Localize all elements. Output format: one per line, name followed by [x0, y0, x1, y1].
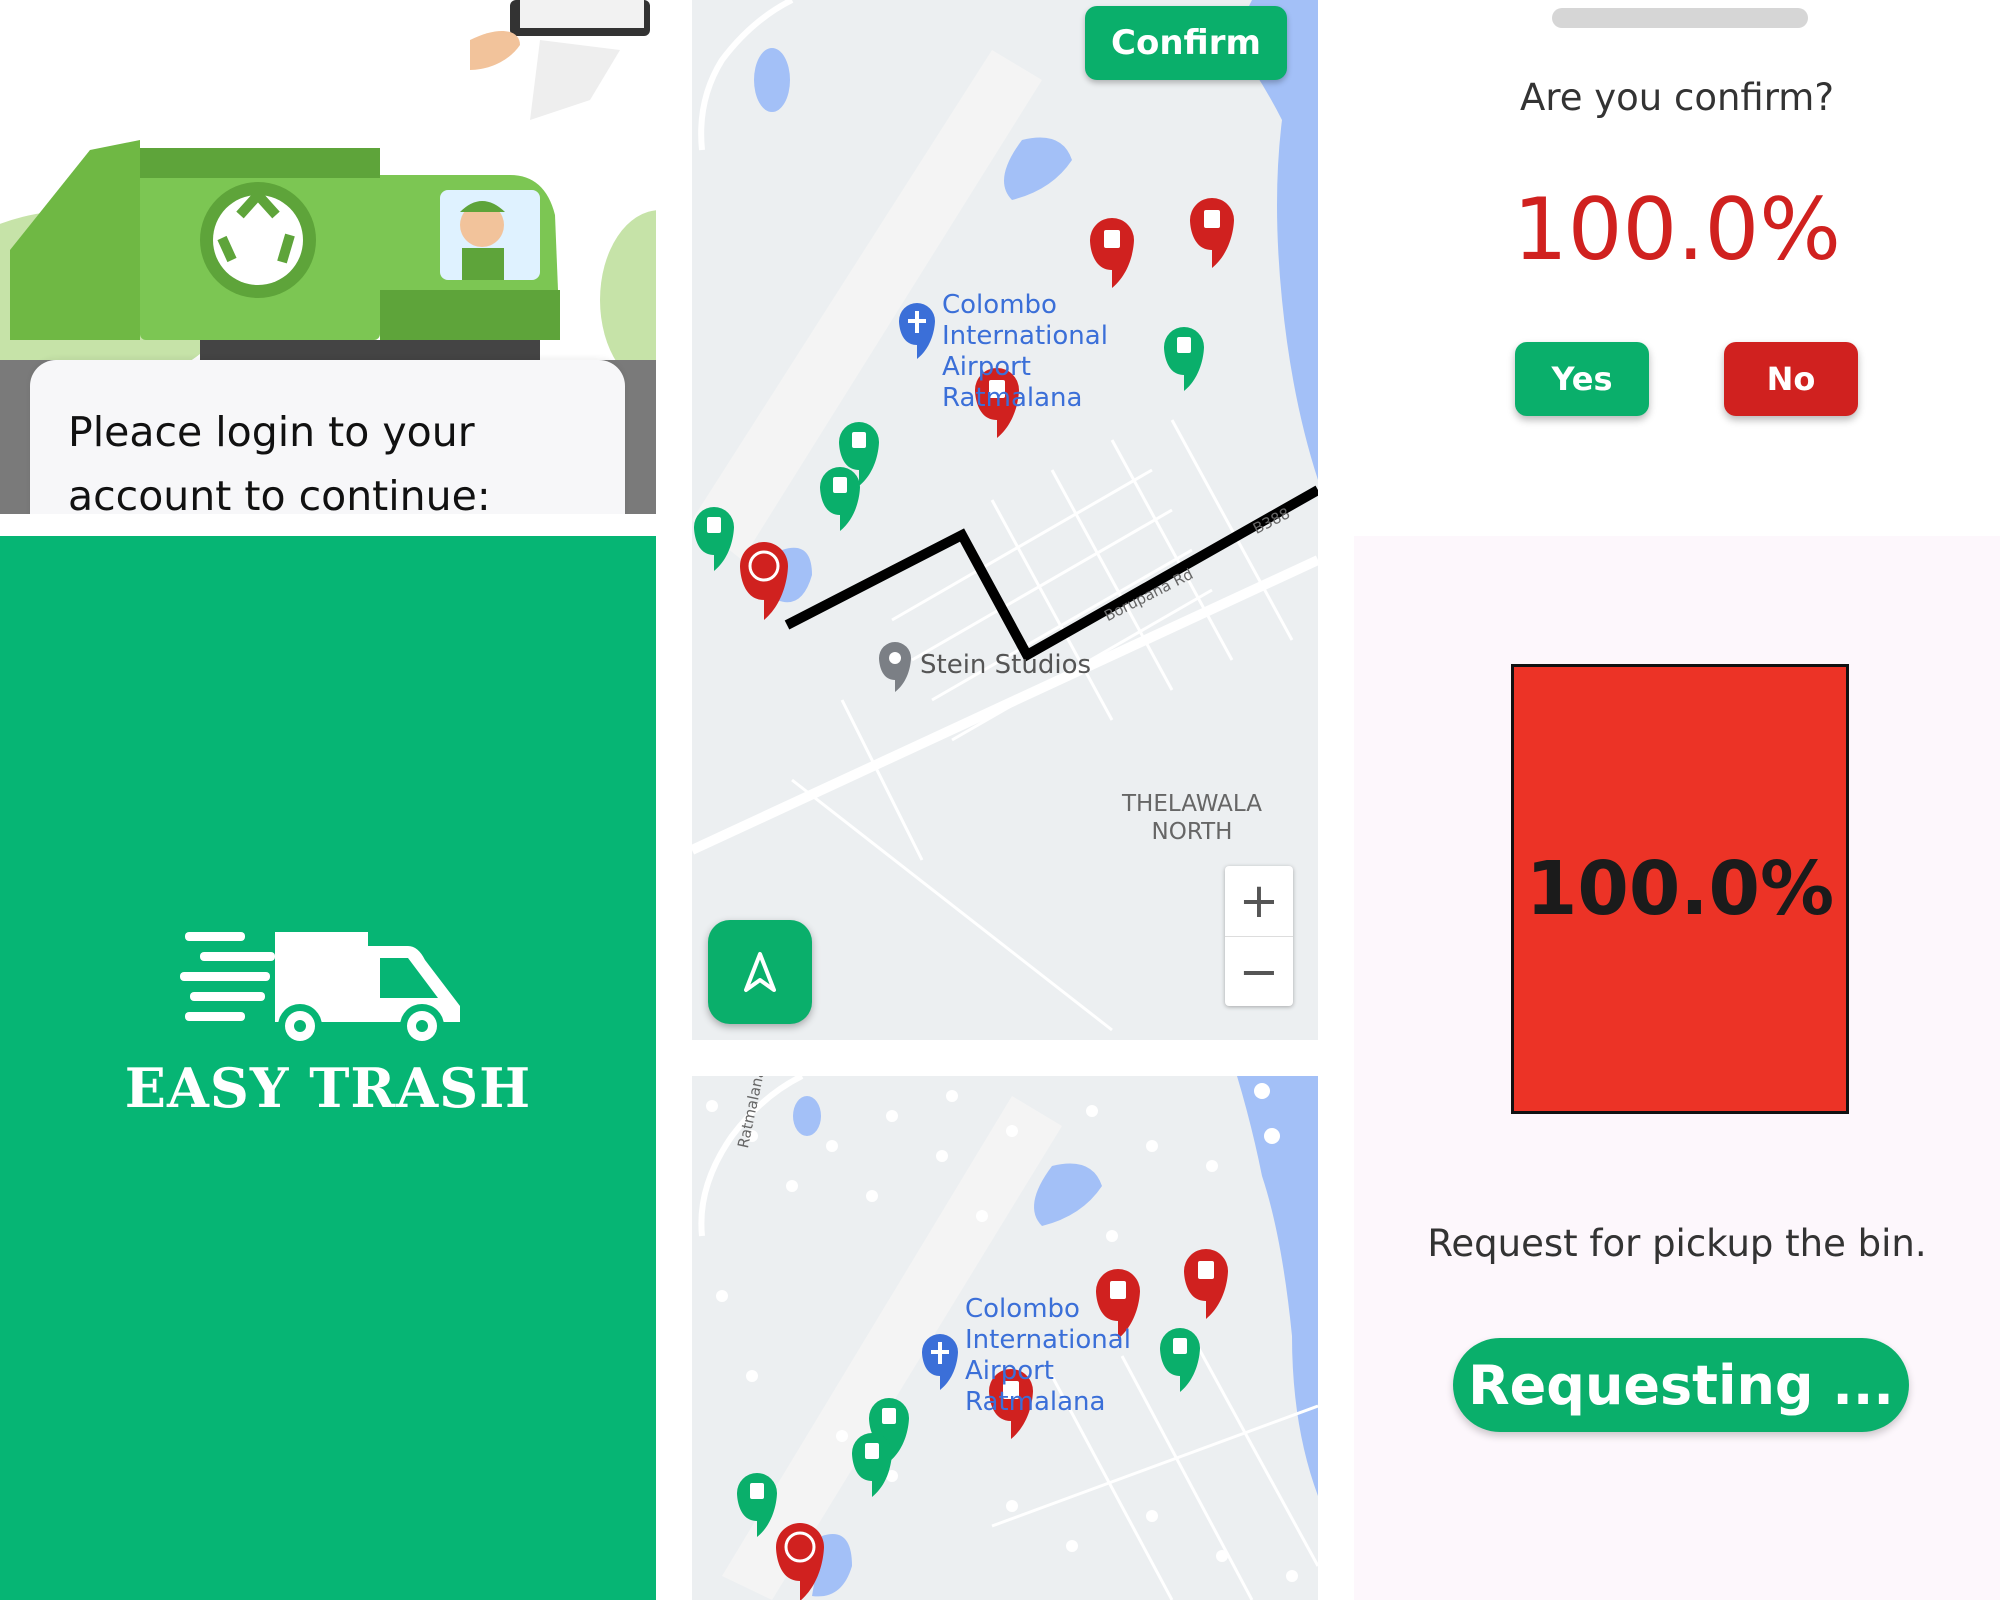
delivery-truck-logo-icon [180, 932, 460, 1048]
fill-percentage: 100.0% [1513, 180, 1841, 280]
no-button[interactable]: No [1724, 342, 1858, 416]
bin-marker-red[interactable] [1090, 218, 1134, 288]
confirm-button[interactable]: Confirm [1085, 6, 1287, 80]
bin-marker-green[interactable] [820, 467, 860, 531]
airport-icon [922, 1334, 958, 1390]
airport-icon [899, 303, 935, 359]
navigation-button[interactable] [708, 920, 812, 1024]
bin-marker-green[interactable] [852, 1433, 892, 1497]
bin-marker-green[interactable] [1164, 327, 1204, 391]
bin-marker-green[interactable] [694, 507, 734, 571]
brand-title: EASY TRASH [124, 1056, 532, 1120]
place-pin-icon [879, 642, 911, 692]
login-card: Pleace login to your account to continue… [30, 360, 625, 514]
bin-marker-green[interactable] [1160, 1328, 1200, 1392]
login-panel: Pleace login to your account to continue… [0, 0, 656, 514]
zoom-out-button[interactable]: − [1225, 937, 1293, 1007]
bin-percentage: 100.0% [1525, 846, 1835, 932]
airport-label: Colombo International Airport Ratmalana [942, 290, 1108, 413]
bin-marker-red[interactable] [1184, 1249, 1228, 1319]
bin-level-indicator: 100.0% [1511, 664, 1849, 1114]
navigation-icon [744, 952, 776, 992]
confirm-dialog: Are you confirm? 100.0% Yes No [1354, 0, 2000, 496]
drag-handle[interactable] [1552, 8, 1808, 28]
zoom-in-button[interactable]: + [1225, 866, 1293, 937]
zoom-controls: + − [1225, 866, 1293, 1006]
area-label: THELAWALA NORTH [1122, 790, 1262, 846]
start-marker[interactable] [740, 542, 788, 620]
splash-panel: EASY TRASH [0, 536, 656, 1600]
yes-button[interactable]: Yes [1515, 342, 1649, 416]
request-message: Request for pickup the bin. [1427, 1222, 1927, 1265]
bin-marker-red[interactable] [1190, 198, 1234, 268]
request-panel: 100.0% Request for pickup the bin. Reque… [1354, 536, 2000, 1600]
place-label: Stein Studios [920, 650, 1092, 680]
confirm-question: Are you confirm? [1520, 76, 1834, 119]
bins-map[interactable]: Colombo International Airport Ratmalana … [692, 1076, 1318, 1600]
area-label-line2: NORTH [1151, 819, 1233, 845]
requesting-button[interactable]: Requesting ... [1453, 1338, 1909, 1432]
route-map[interactable]: Colombo International Airport Ratmalana … [692, 0, 1318, 1040]
login-prompt: Pleace login to your account to continue… [68, 408, 491, 514]
area-label-line1: THELAWALA [1122, 791, 1262, 817]
airport-label: Colombo International Airport Ratmalana [965, 1294, 1131, 1417]
